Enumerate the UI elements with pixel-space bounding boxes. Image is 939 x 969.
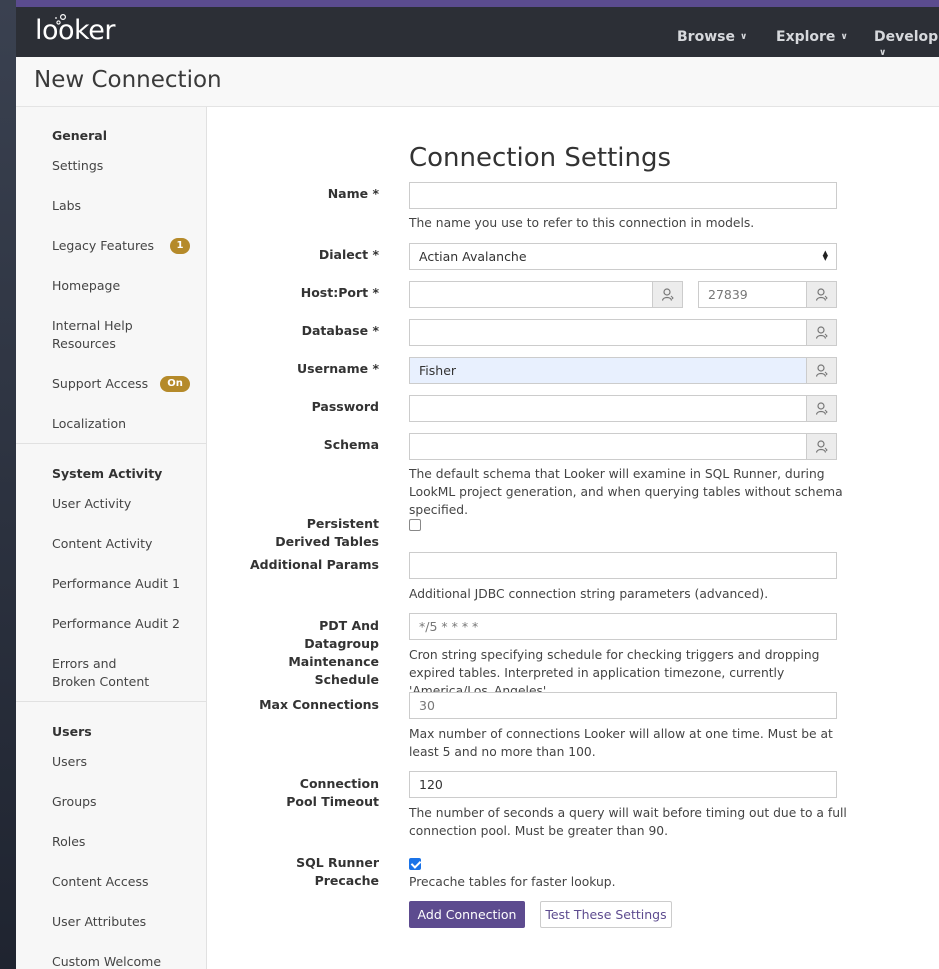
password-label: Password [311, 399, 379, 414]
nav-develop-label: Develop [874, 29, 939, 45]
password-user-attribute-button[interactable] [806, 395, 837, 422]
sidebar-item-settings[interactable]: Settings [52, 157, 192, 175]
sidebar-item-roles[interactable]: Roles [52, 833, 192, 851]
dialect-selected-value: Actian Avalanche [419, 249, 527, 264]
dialect-label: Dialect * [318, 247, 379, 262]
sidebar-item-internal-help[interactable]: Internal Help Resources [52, 317, 162, 353]
additional-params-help-text: Additional JDBC connection string parame… [409, 587, 769, 601]
pool-timeout-value: 120 [419, 777, 443, 792]
username-value: Fisher [419, 363, 457, 378]
sidebar-section-users: Users [52, 724, 92, 739]
port-input[interactable]: 27839 [698, 281, 837, 308]
port-user-attribute-button[interactable] [806, 281, 837, 308]
sql-precache-label: SQL Runner Precache [296, 855, 379, 888]
page-title: New Connection [34, 67, 222, 93]
schema-user-attribute-button[interactable] [806, 433, 837, 460]
logo-mark-icon [55, 14, 66, 25]
max-connections-value: 30 [419, 698, 435, 713]
chevron-down-icon: ∨ [739, 32, 748, 42]
user-key-icon [662, 288, 674, 301]
form-title: Connection Settings [409, 143, 672, 173]
user-key-icon [816, 440, 828, 453]
sidebar-item-homepage[interactable]: Homepage [52, 277, 192, 295]
schema-input[interactable] [409, 433, 837, 460]
maintenance-schedule-input[interactable]: */5 * * * * [409, 613, 837, 640]
looker-logo[interactable]: looker [35, 14, 115, 46]
additional-params-input[interactable] [409, 552, 837, 579]
username-input[interactable]: Fisher [409, 357, 837, 384]
sidebar-item-labs[interactable]: Labs [52, 197, 192, 215]
legacy-count-badge: 1 [170, 238, 190, 254]
add-connection-button[interactable]: Add Connection [409, 901, 525, 928]
schema-help-text: The default schema that Looker will exam… [409, 467, 843, 517]
sidebar-section-general: General [52, 128, 107, 143]
host-input[interactable] [409, 281, 683, 308]
database-label: Database * [301, 323, 379, 338]
sidebar-item-user-activity[interactable]: User Activity [52, 495, 192, 513]
database-input[interactable] [409, 319, 837, 346]
user-key-icon [816, 326, 828, 339]
desktop-background [0, 0, 16, 969]
sidebar-item-performance-audit-1[interactable]: Performance Audit 1 [52, 575, 192, 593]
nav-browse-label: Browse [677, 29, 735, 45]
sidebar-divider [16, 443, 206, 444]
sidebar-item-content-access[interactable]: Content Access [52, 873, 192, 891]
hostport-label: Host:Port * [300, 285, 379, 300]
chevron-down-icon: ∨ [879, 48, 887, 58]
max-connections-input[interactable]: 30 [409, 692, 837, 719]
username-user-attribute-button[interactable] [806, 357, 837, 384]
pdt-checkbox[interactable] [409, 519, 421, 531]
pool-timeout-label: Connection Pool Timeout [286, 776, 379, 809]
user-key-icon [816, 364, 828, 377]
pool-timeout-input[interactable]: 120 [409, 771, 837, 798]
select-arrows-icon: ▲ ▼ [822, 249, 828, 262]
sql-precache-help-text: Precache tables for faster lookup. [409, 875, 616, 889]
sql-precache-checkbox[interactable] [409, 858, 421, 870]
max-connections-label: Max Connections [259, 697, 379, 712]
top-accent-bar [16, 0, 939, 7]
sidebar-item-performance-audit-2[interactable]: Performance Audit 2 [52, 615, 192, 633]
user-key-icon [816, 288, 828, 301]
nav-develop[interactable]: Develop ∨ [874, 29, 939, 61]
sidebar-item-content-activity[interactable]: Content Activity [52, 535, 192, 553]
support-status-badge: On [160, 376, 190, 392]
user-key-icon [816, 402, 828, 415]
chevron-down-icon: ∨ [840, 32, 848, 42]
sidebar-item-groups[interactable]: Groups [52, 793, 192, 811]
looker-app-window: looker Browse ∨ Explore ∨ Develop ∨ New Con… [16, 0, 939, 969]
pdt-label: Persistent Derived Tables [275, 516, 379, 549]
nav-explore[interactable]: Explore ∨ [776, 29, 848, 45]
sidebar-divider [16, 701, 206, 702]
test-settings-button[interactable]: Test These Settings [540, 901, 672, 928]
database-user-attribute-button[interactable] [806, 319, 837, 346]
name-label: Name * [327, 186, 379, 201]
top-navbar: looker Browse ∨ Explore ∨ Develop ∨ [16, 7, 939, 58]
host-user-attribute-button[interactable] [652, 281, 683, 308]
nav-browse[interactable]: Browse ∨ [677, 29, 747, 45]
sidebar-item-localization[interactable]: Localization [52, 415, 192, 433]
admin-sidebar: General Settings Labs Legacy Features 1 … [16, 107, 207, 969]
logo-text: looker [35, 15, 115, 46]
schema-label: Schema [323, 437, 379, 452]
pool-timeout-help-text: The number of seconds a query will wait … [409, 806, 847, 838]
port-value: 27839 [708, 287, 748, 302]
username-label: Username * [297, 361, 379, 376]
maintenance-schedule-label: PDT And Datagroup Maintenance Schedule [288, 618, 379, 687]
maintenance-schedule-value: */5 * * * * [419, 619, 479, 634]
sidebar-item-errors[interactable]: Errors and Broken Content [52, 655, 162, 691]
password-input[interactable] [409, 395, 837, 422]
name-help-text: The name you use to refer to this connec… [409, 216, 755, 230]
sidebar-item-custom-welcome[interactable]: Custom Welcome [52, 953, 192, 969]
sidebar-item-users[interactable]: Users [52, 753, 192, 771]
additional-params-label: Additional Params [250, 557, 379, 572]
nav-explore-label: Explore [776, 29, 836, 45]
sidebar-item-user-attributes[interactable]: User Attributes [52, 913, 192, 931]
sidebar-section-system-activity: System Activity [52, 466, 163, 481]
max-connections-help-text: Max number of connections Looker will al… [409, 727, 833, 759]
name-input[interactable] [409, 182, 837, 209]
dialect-select[interactable]: Actian Avalanche ▲ ▼ [409, 243, 837, 270]
